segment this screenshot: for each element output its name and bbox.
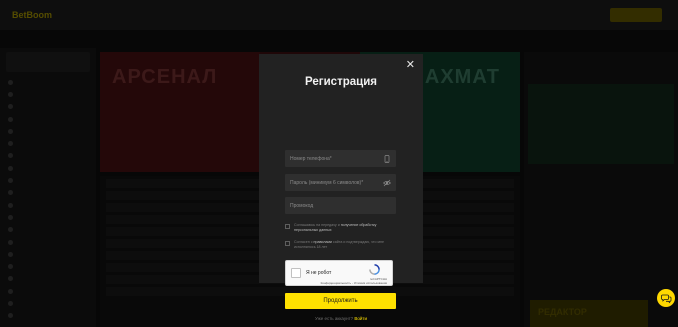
phone-input[interactable] [290, 155, 383, 162]
close-icon[interactable]: ✕ [406, 60, 415, 71]
rules-text-a: Согласен с [294, 240, 314, 244]
continue-button[interactable]: Продолжить [285, 293, 396, 309]
captcha-label: Я не робот [306, 270, 332, 276]
promo-code-field[interactable] [285, 197, 396, 214]
login-link[interactable]: Войти [354, 316, 367, 321]
rules-checkbox[interactable] [285, 241, 290, 246]
login-prompt: Уже есть аккаунт? Войти [259, 316, 423, 321]
phone-field[interactable] [285, 150, 396, 167]
chat-icon [660, 294, 671, 303]
rules-text: Согласен с правилами сайта и подтверждаю… [294, 240, 397, 250]
consent-text: Соглашаюсь на передачу и получение обраб… [294, 223, 397, 233]
captcha-links[interactable]: Конфиденциальность - Условия использован… [321, 281, 387, 286]
consent-checkbox[interactable] [285, 224, 290, 229]
consent-personal-data[interactable]: Соглашаюсь на передачу и получение обраб… [285, 223, 397, 233]
recaptcha-logo-icon [369, 264, 380, 275]
rules-link[interactable]: правилами [314, 240, 332, 244]
recaptcha-widget: Я не робот reCAPTCHA Конфиденциальность … [285, 260, 393, 286]
phone-icon [384, 154, 390, 163]
captcha-checkbox[interactable] [291, 268, 301, 278]
modal-title: Регистрация [305, 76, 377, 88]
chat-button[interactable] [657, 289, 675, 307]
consent-text-a: Соглашаюсь на передачу и [294, 223, 341, 227]
eye-icon[interactable] [383, 179, 391, 187]
registration-modal: ✕ Регистрация Соглашаюсь на передачу и п… [259, 54, 423, 321]
promo-code-input[interactable] [290, 202, 391, 209]
login-prompt-text: Уже есть аккаунт? [314, 316, 355, 321]
captcha-brand: reCAPTCHA Конфиденциальность - Условия и… [321, 277, 387, 286]
password-field[interactable] [285, 174, 396, 191]
password-input[interactable] [290, 179, 383, 186]
consent-rules[interactable]: Согласен с правилами сайта и подтверждаю… [285, 240, 397, 250]
